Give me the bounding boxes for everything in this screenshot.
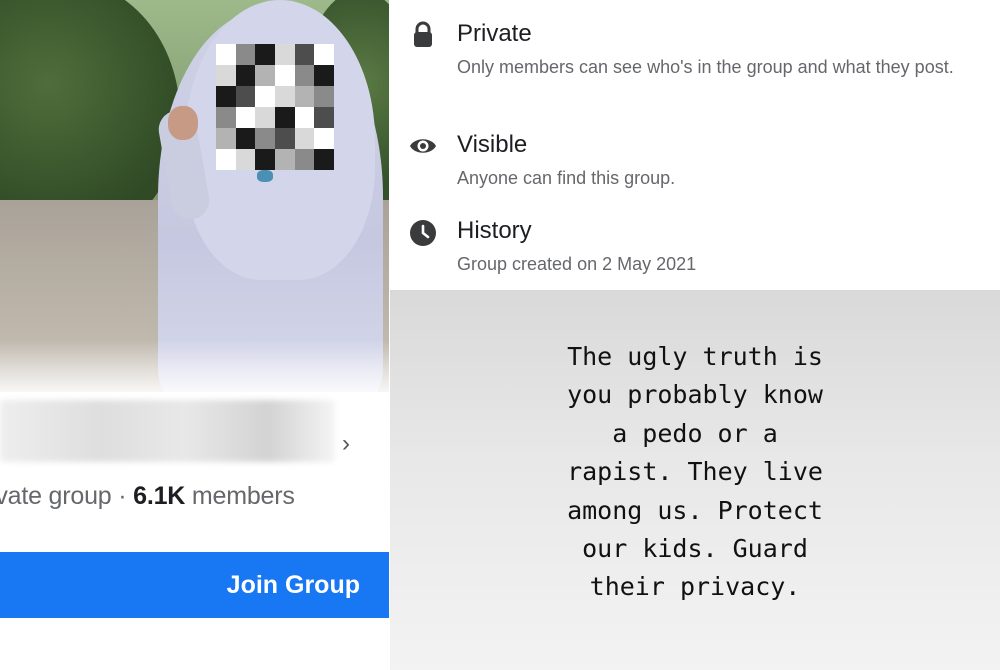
mosaic-cell <box>314 44 334 65</box>
mosaic-cell <box>274 149 295 170</box>
quote-line: The ugly truth is <box>567 342 823 371</box>
mosaic-cell <box>255 86 275 107</box>
mosaic-cell <box>274 107 295 128</box>
mosaic-cell <box>274 65 295 86</box>
join-group-button[interactable]: Join Group <box>0 552 390 618</box>
group-meta: ivate group · 6.1K members <box>0 482 295 511</box>
mosaic-cell <box>216 65 236 86</box>
mosaic-cell <box>314 65 334 86</box>
mosaic-cell <box>235 65 256 86</box>
quote-line: our kids. Guard <box>582 534 808 564</box>
mosaic-cell <box>294 128 315 149</box>
group-name-blurred[interactable] <box>0 400 335 462</box>
mosaic-cell <box>255 44 275 65</box>
mosaic-cell <box>235 86 256 107</box>
about-section: Private Only members can see who's in th… <box>390 0 1000 290</box>
mosaic-cell <box>294 149 315 170</box>
clock-icon <box>410 220 436 246</box>
quote-text: The ugly truth is you probably know a pe… <box>480 338 910 607</box>
mosaic-cell <box>274 44 295 65</box>
mosaic-cell <box>294 86 315 107</box>
mosaic-cell <box>314 149 334 170</box>
about-item-description: Only members can see who's in the group … <box>457 57 954 77</box>
cover-pin-badge <box>257 170 273 182</box>
mosaic-cell <box>216 86 236 107</box>
mosaic-cell <box>216 107 236 128</box>
mosaic-cell <box>274 128 295 149</box>
mosaic-cell <box>216 149 236 170</box>
mosaic-cell <box>235 149 256 170</box>
quote-line: rapist. They live <box>567 457 823 487</box>
lock-icon <box>414 21 432 47</box>
mosaic-cell <box>314 107 334 128</box>
mosaic-cell <box>216 128 236 149</box>
mosaic-cell <box>235 44 256 65</box>
member-suffix: members <box>185 482 295 510</box>
about-item-title: Visible <box>457 131 528 158</box>
mosaic-cell <box>255 65 275 86</box>
group-card-panel: › ivate group · 6.1K members Join Group <box>0 0 390 670</box>
eye-icon <box>410 139 436 153</box>
mosaic-cell <box>294 44 315 65</box>
chevron-right-icon[interactable]: › <box>342 432 350 456</box>
about-item-title: History <box>457 217 532 244</box>
mosaic-cell <box>255 107 275 128</box>
mosaic-cell <box>314 86 334 107</box>
member-count: 6.1K <box>133 482 186 510</box>
quote-line: a pedo or a <box>612 418 778 448</box>
group-cover-photo <box>0 0 390 392</box>
about-item-description: Group created on 2 May 2021 <box>457 254 697 274</box>
mosaic-cell <box>255 149 275 170</box>
face-censor-mosaic <box>216 44 334 170</box>
group-privacy-label: ivate group · <box>0 482 134 510</box>
mosaic-cell <box>255 128 275 149</box>
mosaic-cell <box>294 65 315 86</box>
mosaic-cell <box>216 44 236 65</box>
cover-fade <box>0 340 390 392</box>
quote-line: their privacy. <box>589 572 801 602</box>
quote-line: among us. Protect <box>567 495 823 525</box>
about-item-description: Anyone can find this group. <box>457 168 676 188</box>
mosaic-cell <box>314 128 334 149</box>
mosaic-cell <box>294 107 315 128</box>
mosaic-cell <box>235 107 256 128</box>
quote-panel: The ugly truth is you probably know a pe… <box>390 290 1000 670</box>
mosaic-cell <box>235 128 256 149</box>
quote-line: you probably know <box>567 380 823 410</box>
mosaic-cell <box>274 86 295 107</box>
about-item-title: Private <box>457 20 532 47</box>
cover-figure-hand <box>168 106 198 140</box>
